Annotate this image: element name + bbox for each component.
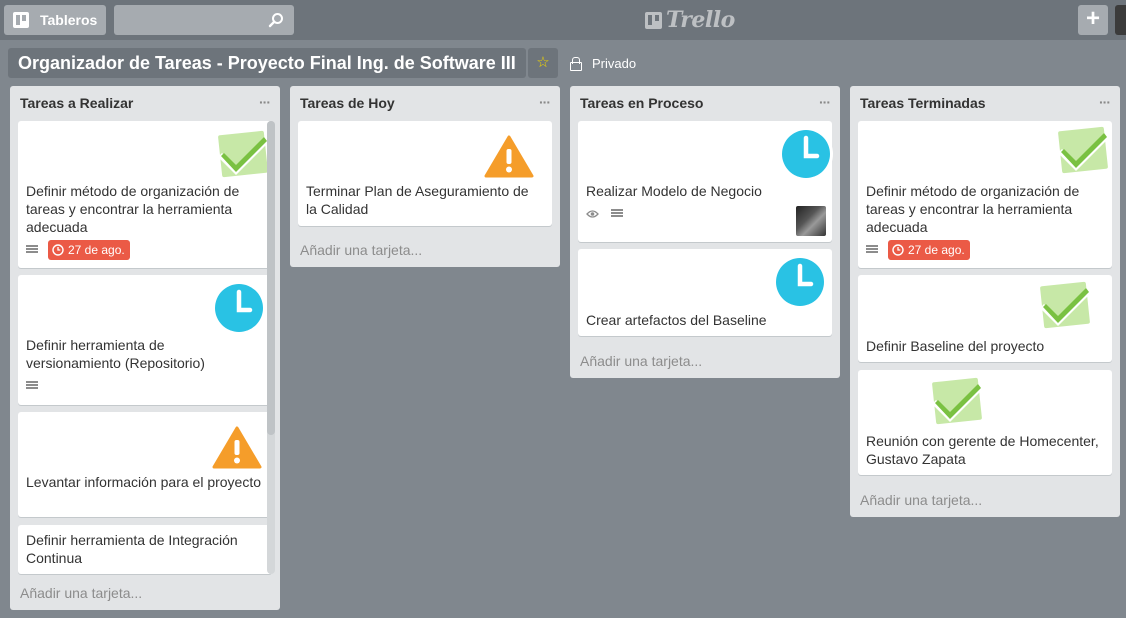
card-badges: 27 de ago. <box>866 240 970 260</box>
add-card-button[interactable]: Añadir una tarjeta... <box>860 492 982 508</box>
description-icon <box>866 245 878 255</box>
list-menu-button[interactable]: ··· <box>819 94 831 110</box>
card[interactable]: Realizar Modelo de Negocio <box>578 121 833 242</box>
list-menu-button[interactable]: ··· <box>539 94 551 110</box>
trello-logo-icon <box>645 11 662 29</box>
star-button[interactable]: ☆ <box>528 48 558 78</box>
card-title: Crear artefactos del Baseline <box>586 312 767 328</box>
list-title: Tareas de Hoy <box>300 95 395 111</box>
card[interactable]: Definir método de organización de tareas… <box>18 121 272 268</box>
warning-icon <box>209 422 265 470</box>
card[interactable]: Definir herramienta de versionamiento (R… <box>18 275 272 405</box>
list-header[interactable]: Tareas de Hoy ··· <box>290 86 560 120</box>
card-title: Definir herramienta de versionamiento (R… <box>26 337 205 371</box>
search-input[interactable] <box>114 5 264 35</box>
list-header[interactable]: Tareas en Proceso ··· <box>570 86 840 120</box>
trello-logo[interactable]: Trello <box>645 7 735 33</box>
clock-icon <box>212 281 266 335</box>
list-menu-button[interactable]: ··· <box>1099 94 1111 110</box>
card[interactable]: Levantar información para el proyecto <box>18 412 272 517</box>
clock-icon <box>773 255 827 309</box>
description-icon <box>26 245 38 255</box>
card-title: Definir herramienta de Integración Conti… <box>26 532 238 566</box>
card-badges: 27 de ago. <box>26 240 130 260</box>
card[interactable]: Definir método de organización de tareas… <box>858 121 1112 268</box>
board-title[interactable]: Organizador de Tareas - Proyecto Final I… <box>8 48 526 78</box>
description-icon <box>611 209 623 219</box>
add-card-button[interactable]: Añadir una tarjeta... <box>580 353 702 369</box>
due-date-text: 27 de ago. <box>68 243 125 257</box>
due-date-badge[interactable]: 27 de ago. <box>888 240 970 260</box>
list-title: Tareas Terminadas <box>860 95 986 111</box>
card[interactable]: Crear artefactos del Baseline <box>578 249 832 336</box>
list-header[interactable]: Tareas a Realizar ··· <box>10 86 280 120</box>
boards-icon <box>13 12 29 28</box>
card[interactable]: Reunión con gerente de Homecenter, Gusta… <box>858 370 1112 475</box>
user-avatar[interactable] <box>1115 5 1126 35</box>
description-icon <box>26 381 38 391</box>
card-badges <box>586 209 633 219</box>
card-title: Realizar Modelo de Negocio <box>586 183 762 199</box>
warning-icon <box>481 131 537 179</box>
list-header[interactable]: Tareas Terminadas ··· <box>850 86 1120 120</box>
list-title: Tareas a Realizar <box>20 95 134 111</box>
due-date-badge[interactable]: 27 de ago. <box>48 240 130 260</box>
card[interactable]: Definir Baseline del proyecto <box>858 275 1112 362</box>
card-badges <box>26 381 48 391</box>
list-tareas-a-realizar: Tareas a Realizar ··· Definir método de … <box>10 86 280 610</box>
watch-icon <box>586 210 599 218</box>
add-card-button[interactable]: Añadir una tarjeta... <box>20 585 142 601</box>
lock-icon <box>570 57 582 71</box>
card[interactable]: Terminar Plan de Aseguramiento de la Cal… <box>298 121 552 226</box>
due-clock-icon <box>52 244 64 256</box>
card-title: Definir método de organización de tareas… <box>866 183 1080 235</box>
top-header: Tableros Trello + <box>0 0 1126 40</box>
search-icon[interactable] <box>268 12 284 28</box>
check-icon <box>218 130 270 178</box>
card-title: Terminar Plan de Aseguramiento de la Cal… <box>306 183 529 217</box>
card-title: Definir Baseline del proyecto <box>866 338 1045 354</box>
card-title: Reunión con gerente de Homecenter, Gusta… <box>866 433 1099 467</box>
list-tareas-terminadas: Tareas Terminadas ··· Definir método de … <box>850 86 1120 517</box>
privacy-button[interactable]: Privado <box>570 48 636 78</box>
list-tareas-de-hoy: Tareas de Hoy ··· Terminar Plan de Asegu… <box>290 86 560 267</box>
check-icon <box>932 377 984 425</box>
add-card-button[interactable]: Añadir una tarjeta... <box>300 242 422 258</box>
list-menu-button[interactable]: ··· <box>259 94 271 110</box>
boards-label: Tableros <box>40 12 98 28</box>
search-box[interactable] <box>114 5 294 35</box>
member-avatar[interactable] <box>796 206 826 236</box>
star-icon: ☆ <box>536 54 550 71</box>
due-date-text: 27 de ago. <box>908 243 965 257</box>
add-button[interactable]: + <box>1078 5 1108 35</box>
check-icon <box>1040 281 1092 329</box>
boards-button[interactable]: Tableros <box>4 5 106 35</box>
card-title: Definir método de organización de tareas… <box>26 183 240 235</box>
trello-logo-text: Trello <box>666 7 735 33</box>
clock-icon <box>779 127 833 181</box>
privacy-label: Privado <box>592 55 637 71</box>
list-tareas-en-proceso: Tareas en Proceso ··· Realizar Modelo de… <box>570 86 840 378</box>
card-title: Levantar información para el proyecto <box>26 474 262 490</box>
card[interactable]: Definir herramienta de Integración Conti… <box>18 525 272 574</box>
due-clock-icon <box>892 244 904 256</box>
check-icon <box>1058 126 1110 174</box>
scrollbar-thumb[interactable] <box>267 121 275 435</box>
list-title: Tareas en Proceso <box>580 95 704 111</box>
